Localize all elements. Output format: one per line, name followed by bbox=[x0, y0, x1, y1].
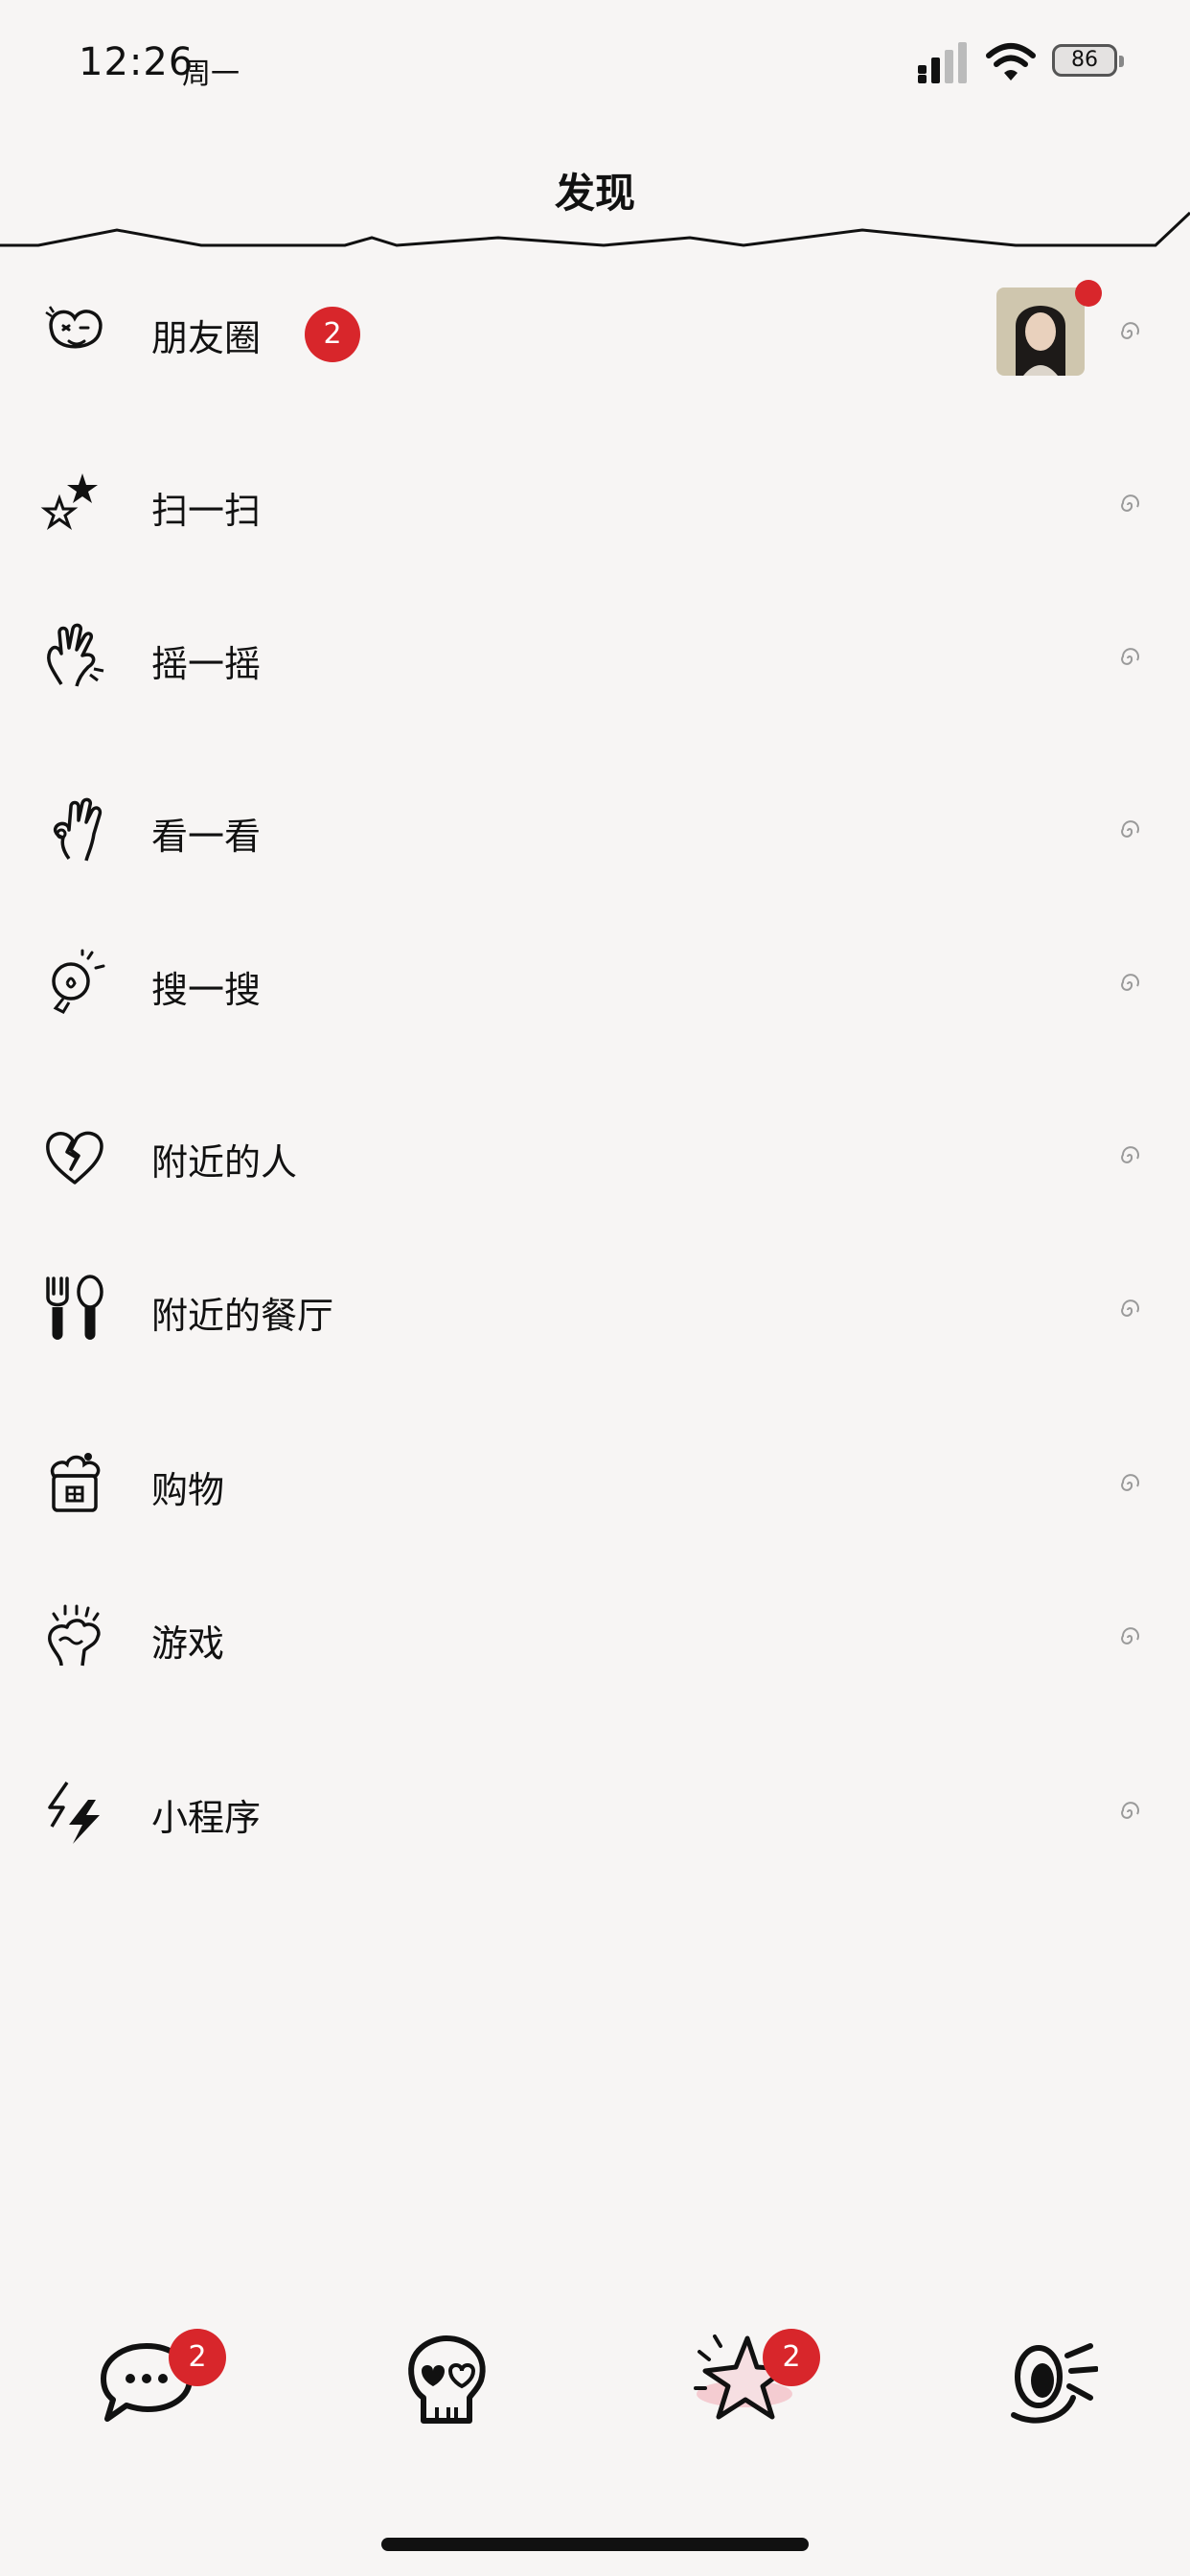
status-time: 12:26 bbox=[79, 40, 195, 84]
menu-item-search[interactable]: 搜一搜 bbox=[0, 926, 1190, 1041]
fork-spoon-icon bbox=[46, 1275, 103, 1340]
menu-item-shopping[interactable]: 购物 bbox=[0, 1426, 1190, 1541]
chats-badge: 2 bbox=[169, 2329, 226, 2386]
lightning-icon bbox=[48, 1782, 100, 1844]
wifi-icon bbox=[986, 43, 1036, 80]
excited-hand-icon bbox=[48, 1604, 101, 1667]
chevron-right-icon bbox=[1121, 1627, 1139, 1644]
menu-label-shopping: 购物 bbox=[151, 1469, 225, 1511]
title-divider bbox=[0, 211, 1190, 247]
chevron-right-icon bbox=[1121, 494, 1139, 512]
cupcake-box-icon bbox=[50, 1453, 101, 1512]
avatar-photo-icon bbox=[996, 288, 1085, 376]
menu-label-shake: 摇一摇 bbox=[151, 643, 262, 685]
chevron-right-icon bbox=[1121, 648, 1139, 665]
winking-eye-icon[interactable] bbox=[993, 2327, 1098, 2432]
moments-badge: 2 bbox=[305, 307, 360, 362]
menu-label-games: 游戏 bbox=[151, 1622, 225, 1665]
chevron-right-icon bbox=[1121, 974, 1139, 991]
menu-label-search: 搜一搜 bbox=[151, 969, 262, 1011]
lightbulb-icon bbox=[52, 949, 105, 1014]
menu-item-scan[interactable]: 扫一扫 bbox=[0, 447, 1190, 562]
signal-icon bbox=[918, 42, 967, 83]
chevron-right-icon bbox=[1121, 1474, 1139, 1491]
menu-item-look[interactable]: 看一看 bbox=[0, 772, 1190, 887]
chevron-right-icon bbox=[1121, 1146, 1139, 1163]
skull-heart-icon[interactable] bbox=[393, 2327, 498, 2432]
broken-heart-icon bbox=[46, 1131, 103, 1184]
chevron-right-icon bbox=[1121, 322, 1139, 339]
ok-hand-icon bbox=[53, 797, 103, 862]
home-indicator[interactable] bbox=[381, 2538, 809, 2551]
menu-item-mini-programs[interactable]: 小程序 bbox=[0, 1754, 1190, 1869]
chevron-right-icon bbox=[1121, 1802, 1139, 1819]
moments-avatar[interactable] bbox=[996, 288, 1085, 376]
menu-item-nearby-people[interactable]: 附近的人 bbox=[0, 1098, 1190, 1213]
menu-label-scan: 扫一扫 bbox=[151, 490, 262, 532]
shaking-hand-icon bbox=[47, 623, 104, 687]
menu-label-nearby-restaurants: 附近的餐厅 bbox=[151, 1295, 334, 1337]
chevron-right-icon bbox=[1121, 820, 1139, 838]
menu-label-look: 看一看 bbox=[151, 816, 262, 858]
smirk-face-icon bbox=[45, 306, 103, 349]
discover-badge: 2 bbox=[763, 2329, 820, 2386]
menu-item-shake[interactable]: 摇一摇 bbox=[0, 600, 1190, 715]
menu-item-games[interactable]: 游戏 bbox=[0, 1579, 1190, 1694]
menu-item-nearby-restaurants[interactable]: 附近的餐厅 bbox=[0, 1252, 1190, 1367]
chevron-right-icon bbox=[1121, 1300, 1139, 1317]
menu-label-nearby-people: 附近的人 bbox=[151, 1141, 298, 1184]
battery-level: 86 bbox=[1071, 48, 1098, 72]
moments-new-dot bbox=[1075, 280, 1102, 307]
stars-icon bbox=[40, 473, 98, 530]
menu-label-moments: 朋友圈 bbox=[151, 317, 262, 359]
battery-indicator: 86 bbox=[1052, 44, 1125, 82]
menu-label-mini-programs: 小程序 bbox=[151, 1797, 262, 1839]
status-day: 周一 bbox=[182, 58, 240, 91]
